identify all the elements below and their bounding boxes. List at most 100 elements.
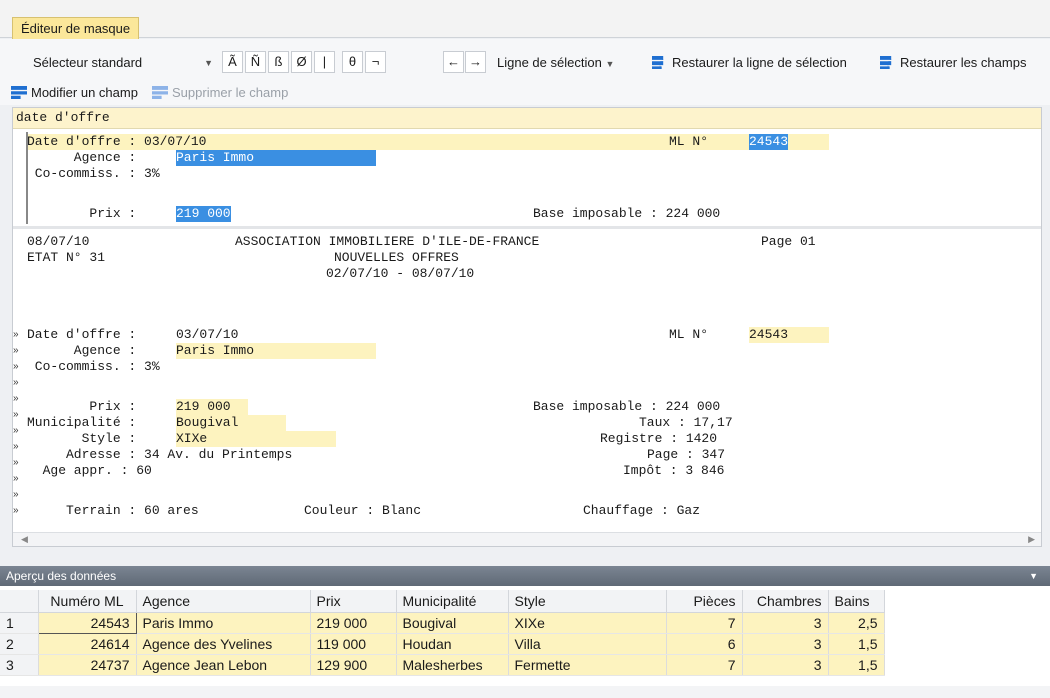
toolbar: Sélecteur standard ▼ Ã Ñ ß Ø | θ ¬ ← → L… [0,39,1050,105]
table-row[interactable]: 3 24737 Agence Jean Lebon 129 900 Malesh… [0,654,885,676]
cell-ml[interactable]: 24543 [37,611,137,634]
tab-mask-editor[interactable]: Éditeur de masque [12,17,140,39]
cell-ml[interactable]: 24737 [38,654,137,676]
column-header-agence[interactable]: Agence [136,590,311,613]
edit-field-icon [11,86,27,99]
report-registre: Registre : 1420 [600,431,718,446]
report-date: 08/07/10 [27,234,90,249]
cell-bains[interactable]: 2,5 [828,612,885,634]
selection-marker [26,132,28,224]
cell-prix[interactable]: 129 900 [310,654,397,676]
tab-strip: Éditeur de masque [0,0,1050,39]
column-header-bains[interactable]: Bains [828,590,885,613]
char-button-pipe[interactable]: | [314,51,335,73]
char-button-n-tilde[interactable]: Ñ [245,51,266,73]
report-municipalite-label: Municipalité : [27,415,145,430]
preview-table: Numéro ML Agence Prix Municipalité Style… [0,590,885,676]
char-button-o-slash[interactable]: Ø [291,51,312,73]
gutter: »»»» »»»» »»»» [13,329,19,516]
cell-municipalite[interactable]: Bougival [396,612,509,634]
column-header-pieces[interactable]: Pièces [666,590,743,613]
modify-field-button[interactable]: Modifier un champ [11,81,138,105]
restore-fields-icon [880,56,892,69]
scroll-left-icon[interactable]: ◀ [21,534,28,545]
data-preview-grid: Numéro ML Agence Prix Municipalité Style… [0,586,1050,698]
report-agence-value: Paris Immo [176,343,376,359]
cell-style[interactable]: XIXe [508,612,667,634]
scroll-right-icon[interactable]: ▶ [1028,534,1035,545]
cell-chambres[interactable]: 3 [742,654,829,676]
preview-title: Aperçu des données [6,569,117,583]
char-button-eszett[interactable]: ß [268,51,289,73]
report-date-value: 03/07/10 [176,327,239,342]
cell-prix[interactable]: 119 000 [310,633,397,655]
report-range: 02/07/10 - 08/07/10 [326,266,475,281]
report-page-field: Page : 347 [647,447,726,462]
chevron-down-icon[interactable]: ▼ [1029,566,1038,586]
mask-editor-pane[interactable]: date d'offre Date d'offre : 03/07/10 ML … [12,107,1042,547]
column-header-chambres[interactable]: Chambres [742,590,829,613]
report-prix-label: Prix : [27,399,145,414]
field-name-bar: date d'offre [13,108,1041,129]
report-title: NOUVELLES OFFRES [334,250,459,265]
column-header-style[interactable]: Style [508,590,667,613]
restore-line-label: Restaurer la ligne de sélection [672,55,847,70]
cell-style[interactable]: Villa [508,633,667,655]
report-page: Page 01 [761,234,816,249]
editor-ml-field[interactable]: 24543 [749,134,789,150]
column-header-ml[interactable]: Numéro ML [38,590,137,613]
cell-ml[interactable]: 24614 [38,633,137,655]
cell-pieces[interactable]: 6 [666,633,743,655]
char-button-not[interactable]: ¬ [365,51,386,73]
cell-prix[interactable]: 219 000 [310,612,397,634]
cell-chambres[interactable]: 3 [742,612,829,634]
cell-municipalite[interactable]: Malesherbes [396,654,509,676]
chevron-down-icon: ▼ [605,59,615,69]
table-row[interactable]: 2 24614 Agence des Yvelines 119 000 Houd… [0,633,885,655]
editor-agence-field[interactable]: Paris Immo [176,150,376,166]
editor-agence-label: Agence : [27,150,145,165]
report-association: ASSOCIATION IMMOBILIERE D'ILE-DE-FRANCE [235,234,540,249]
divider [13,226,1041,229]
editor-line-date: Date d'offre : 03/07/10 [27,134,207,149]
cell-agence[interactable]: Agence Jean Lebon [136,654,311,676]
delete-field-button[interactable]: Supprimer le champ [152,81,288,105]
cell-municipalite[interactable]: Houdan [396,633,509,655]
column-header-municipalite[interactable]: Municipalité [396,590,509,613]
editor-cocommiss: Co-commiss. : 3% [27,166,160,181]
cell-pieces[interactable]: 7 [666,654,743,676]
editor-prix-field[interactable]: 219 000 [176,206,231,222]
cell-pieces[interactable]: 7 [666,612,743,634]
row-number: 3 [0,654,39,676]
row-number: 2 [0,633,39,655]
report-prix-value: 219 000 [176,399,248,415]
report-age: Age appr. : 60 [27,463,152,478]
report-ml-label: ML N° [669,327,709,342]
cell-agence[interactable]: Paris Immo [136,612,311,634]
restore-line-icon [652,56,664,69]
cell-chambres[interactable]: 3 [742,633,829,655]
arrow-right-button[interactable]: → [465,51,486,73]
restore-line-button[interactable]: Restaurer la ligne de sélection [652,51,847,75]
cell-agence[interactable]: Agence des Yvelines [136,633,311,655]
editor-horizontal-scrollbar[interactable]: ◀ ▶ [13,532,1041,546]
cell-style[interactable]: Fermette [508,654,667,676]
restore-fields-button[interactable]: Restaurer les champs [880,51,1026,75]
char-button-a-tilde[interactable]: Ã [222,51,243,73]
selector-dropdown[interactable]: Sélecteur standard ▼ [28,51,218,75]
selector-label: Sélecteur standard [33,55,143,70]
report-terrain: Terrain : 60 ares [27,503,199,518]
cell-bains[interactable]: 1,5 [828,654,885,676]
cell-bains[interactable]: 1,5 [828,633,885,655]
delete-field-icon [152,86,168,99]
arrow-left-button[interactable]: ← [443,51,464,73]
char-button-theta[interactable]: θ [342,51,363,73]
editor-prix-label: Prix : [27,206,145,221]
table-row[interactable]: 1 24543 Paris Immo 219 000 Bougival XIXe… [0,611,885,634]
column-header-prix[interactable]: Prix [310,590,397,613]
restore-fields-label: Restaurer les champs [900,55,1027,70]
row-number: 1 [0,612,39,634]
selection-line-dropdown[interactable]: Ligne de sélection ▼ [497,51,614,76]
report-impot: Impôt : 3 846 [623,463,725,478]
grid-horizontal-scrollbar[interactable] [0,686,1050,698]
